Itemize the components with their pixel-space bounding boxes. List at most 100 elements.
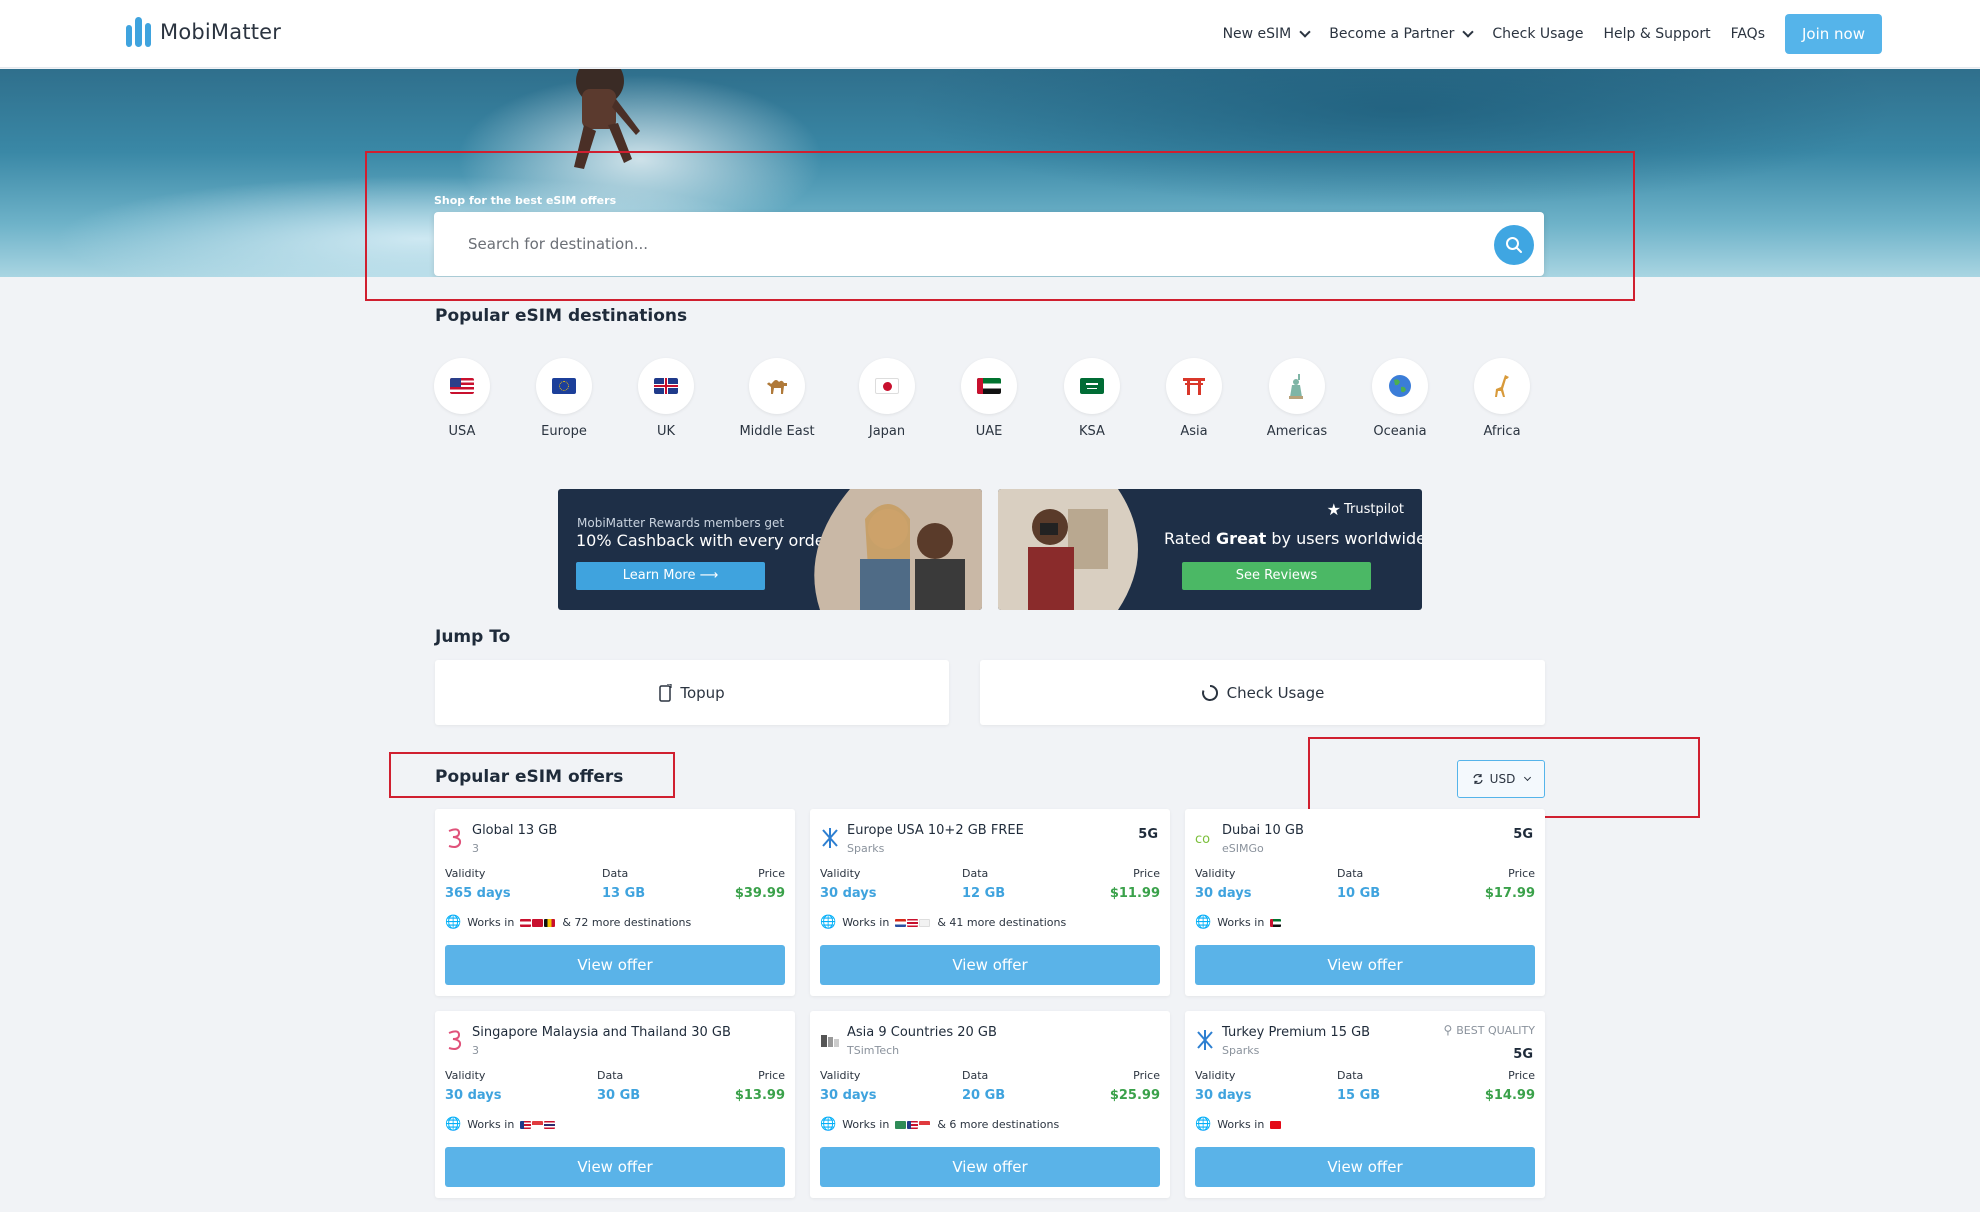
- view-offer-button[interactable]: View offer: [1195, 945, 1535, 985]
- three-logo-icon: [448, 1030, 462, 1050]
- destination-usa[interactable]: USA: [414, 358, 510, 439]
- nav-help-support[interactable]: Help & Support: [1604, 26, 1711, 42]
- destination-americas[interactable]: Americas: [1249, 358, 1345, 439]
- currency-exchange-icon: [1473, 774, 1483, 784]
- globe-icon: 🌐: [445, 1117, 462, 1132]
- uk-flag-icon: [638, 358, 694, 414]
- data-stat: Data 10 GB: [1337, 867, 1380, 901]
- join-now-button[interactable]: Join now: [1785, 14, 1882, 54]
- nav-check-usage[interactable]: Check Usage: [1492, 26, 1583, 42]
- check-usage-card[interactable]: Check Usage: [980, 660, 1545, 725]
- destination-japan[interactable]: Japan: [839, 358, 935, 439]
- trustpilot-label: Trustpilot: [1343, 502, 1404, 517]
- country-flags: [1270, 916, 1282, 929]
- stat-label: Price: [1508, 1069, 1535, 1082]
- nav-faqs[interactable]: FAQs: [1731, 26, 1765, 42]
- sparks-logo-icon: [1197, 1030, 1213, 1050]
- destination-ksa[interactable]: KSA: [1044, 358, 1140, 439]
- currency-selector[interactable]: USD: [1457, 760, 1545, 798]
- esimgo-logo-icon: co: [1195, 832, 1210, 847]
- destination-label: Middle East: [739, 424, 815, 439]
- offer-card: Turkey Premium 15 GB Sparks ⚲ BEST QUALIT…: [1185, 1011, 1545, 1198]
- rewards-banner[interactable]: MobiMatter Rewards members get 10% Cashb…: [558, 489, 982, 610]
- destination-label: Asia: [1180, 424, 1208, 439]
- destination-asia[interactable]: Asia: [1146, 358, 1242, 439]
- headline-part: Rated: [1164, 529, 1216, 548]
- trustpilot-brand: ★ Trustpilot: [1327, 500, 1404, 519]
- destination-label: USA: [448, 424, 476, 439]
- works-in-row: 🌐 Works in: [1195, 915, 1282, 930]
- stat-label: Price: [1133, 867, 1160, 880]
- price-stat: Price $11.99: [1110, 867, 1160, 901]
- stat-label: Price: [758, 867, 785, 880]
- data-stat: Data 12 GB: [962, 867, 1005, 901]
- stat-label: Price: [1508, 867, 1535, 880]
- nav-new-esim[interactable]: New eSIM: [1223, 26, 1311, 42]
- view-offer-button[interactable]: View offer: [1195, 1147, 1535, 1187]
- data-stat: Data 13 GB: [602, 867, 645, 901]
- validity-stat: Validity 30 days: [1195, 1069, 1252, 1103]
- offer-provider: Sparks: [1222, 1044, 1260, 1057]
- works-in-label: Works in: [467, 1118, 515, 1131]
- price-value: $39.99: [734, 886, 785, 901]
- trustpilot-banner[interactable]: ★ Trustpilot Rated Great by users worldwi…: [998, 489, 1422, 610]
- offer-title: Dubai 10 GB: [1222, 823, 1304, 838]
- offer-provider: eSIMGo: [1222, 842, 1264, 855]
- destination-oceania[interactable]: Oceania: [1352, 358, 1448, 439]
- view-offer-button[interactable]: View offer: [820, 1147, 1160, 1187]
- main-nav: New eSIM Become a Partner Check Usage He…: [1223, 14, 1882, 54]
- camel-icon: [749, 358, 805, 414]
- destination-europe[interactable]: Europe: [516, 358, 612, 439]
- offer-title: Global 13 GB: [472, 823, 558, 838]
- price-stat: Price $39.99: [735, 867, 785, 901]
- destination-uk[interactable]: UK: [618, 358, 714, 439]
- logo[interactable]: MobiMatter: [124, 15, 281, 49]
- price-value: $11.99: [1109, 886, 1160, 901]
- 5g-badge: 5G: [1513, 827, 1533, 842]
- price-stat: Price $17.99: [1485, 867, 1535, 901]
- nav-become-partner[interactable]: Become a Partner: [1329, 26, 1475, 42]
- 5g-badge: 5G: [1513, 1047, 1533, 1062]
- offer-title: Turkey Premium 15 GB: [1222, 1025, 1371, 1040]
- chevron-down-icon: [1524, 773, 1532, 782]
- stat-label: Data: [962, 867, 989, 880]
- works-in-label: Works in: [842, 916, 890, 929]
- stat-label: Data: [1337, 867, 1364, 880]
- data-value: 13 GB: [602, 886, 646, 901]
- learn-more-button[interactable]: Learn More ⟶: [576, 562, 765, 590]
- works-in-row: 🌐 Works in: [445, 1117, 556, 1132]
- destination-label: UK: [656, 424, 676, 439]
- works-in-row: 🌐 Works in & 6 more destinations: [820, 1117, 1059, 1132]
- destination-africa[interactable]: Africa: [1454, 358, 1550, 439]
- destination-middle-east[interactable]: Middle East: [729, 358, 825, 439]
- price-value: $17.99: [1484, 886, 1535, 901]
- offer-card: Global 13 GB 3 Validity 365 days Data 13 G…: [435, 809, 795, 996]
- logo-text: MobiMatter: [160, 20, 282, 44]
- 5g-badge: 5G: [1138, 827, 1158, 842]
- data-value: 10 GB: [1337, 886, 1381, 901]
- rewards-small-text: MobiMatter Rewards members get: [577, 516, 785, 530]
- stat-label: Validity: [820, 867, 861, 880]
- check-usage-label: Check Usage: [1226, 683, 1325, 702]
- view-offer-button[interactable]: View offer: [445, 945, 785, 985]
- works-in-label: Works in: [842, 1118, 890, 1131]
- view-offer-button[interactable]: View offer: [445, 1147, 785, 1187]
- data-value: 15 GB: [1337, 1088, 1381, 1103]
- site-header: MobiMatter New eSIM Become a Partner Che…: [0, 0, 1980, 68]
- destination-label: Europe: [541, 424, 587, 439]
- globe-icon: 🌐: [445, 915, 462, 930]
- topup-card[interactable]: Topup: [435, 660, 949, 725]
- see-reviews-button[interactable]: See Reviews: [1182, 562, 1371, 590]
- validity-value: 30 days: [820, 1088, 877, 1103]
- view-offer-button[interactable]: View offer: [820, 945, 1160, 985]
- validity-value: 30 days: [1195, 886, 1252, 901]
- destination-uae[interactable]: UAE: [941, 358, 1037, 439]
- logo-icon: [124, 15, 154, 49]
- japan-flag-icon: [859, 358, 915, 414]
- svg-text:co: co: [1195, 832, 1210, 847]
- country-flags: [895, 1118, 931, 1131]
- country-flags: [1270, 1118, 1282, 1131]
- stat-label: Validity: [445, 1069, 486, 1082]
- price-stat: Price $14.99: [1485, 1069, 1535, 1103]
- offer-card: co Dubai 10 GB eSIMGo 5G Validity 30 days…: [1185, 809, 1545, 996]
